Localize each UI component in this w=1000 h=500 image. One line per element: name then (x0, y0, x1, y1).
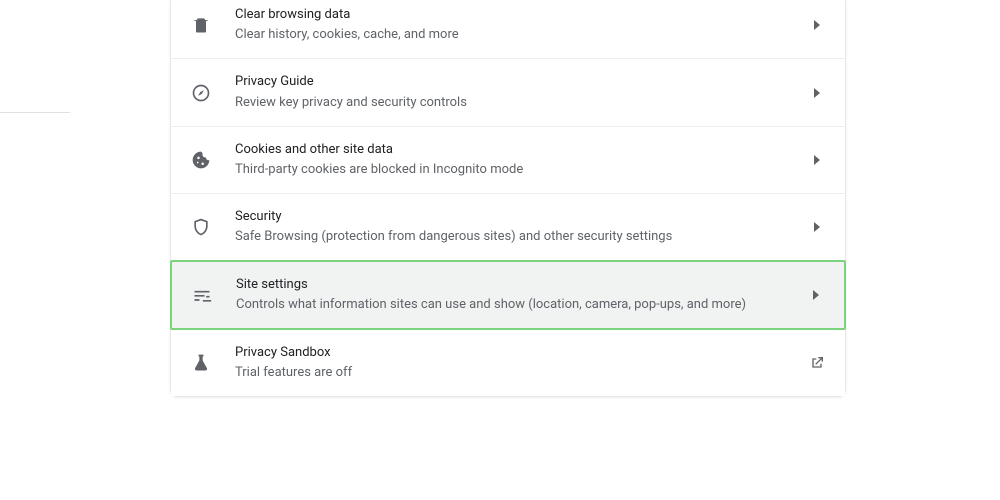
row-text: Cookies and other site data Third-party … (235, 141, 809, 179)
sidebar-divider-stub (0, 112, 70, 114)
external-link-icon (809, 354, 825, 372)
row-desc: Safe Browsing (protection from dangerous… (235, 228, 809, 246)
chevron-right-icon (809, 222, 825, 232)
row-privacy-sandbox[interactable]: Privacy Sandbox Trial features are off (171, 329, 845, 396)
chevron-right-icon (809, 20, 825, 30)
row-title: Site settings (236, 276, 808, 294)
row-title: Privacy Guide (235, 73, 809, 91)
row-text: Privacy Guide Review key privacy and sec… (235, 73, 809, 111)
row-desc: Review key privacy and security controls (235, 94, 809, 112)
chevron-right-icon (809, 155, 825, 165)
row-text: Security Safe Browsing (protection from … (235, 208, 809, 246)
row-title: Cookies and other site data (235, 141, 809, 159)
privacy-settings-panel: Clear browsing data Clear history, cooki… (170, 0, 846, 397)
row-desc: Clear history, cookies, cache, and more (235, 26, 809, 44)
row-cookies[interactable]: Cookies and other site data Third-party … (171, 126, 845, 193)
cookie-icon (191, 150, 211, 170)
row-title: Privacy Sandbox (235, 344, 809, 362)
row-clear-browsing-data[interactable]: Clear browsing data Clear history, cooki… (171, 0, 845, 58)
compass-icon (191, 83, 211, 103)
row-site-settings[interactable]: Site settings Controls what information … (170, 260, 846, 330)
row-desc: Controls what information sites can use … (236, 296, 808, 314)
row-desc: Trial features are off (235, 364, 809, 382)
row-text: Privacy Sandbox Trial features are off (235, 344, 809, 382)
chevron-right-icon (809, 88, 825, 98)
row-privacy-guide[interactable]: Privacy Guide Review key privacy and sec… (171, 58, 845, 125)
row-security[interactable]: Security Safe Browsing (protection from … (171, 193, 845, 260)
trash-icon (191, 15, 211, 35)
row-text: Clear browsing data Clear history, cooki… (235, 6, 809, 44)
chevron-right-icon (808, 290, 824, 300)
shield-icon (191, 217, 211, 237)
row-text: Site settings Controls what information … (236, 276, 808, 314)
tune-icon (192, 285, 212, 305)
row-title: Security (235, 208, 809, 226)
row-title: Clear browsing data (235, 6, 809, 24)
flask-icon (191, 353, 211, 373)
row-desc: Third-party cookies are blocked in Incog… (235, 161, 809, 179)
